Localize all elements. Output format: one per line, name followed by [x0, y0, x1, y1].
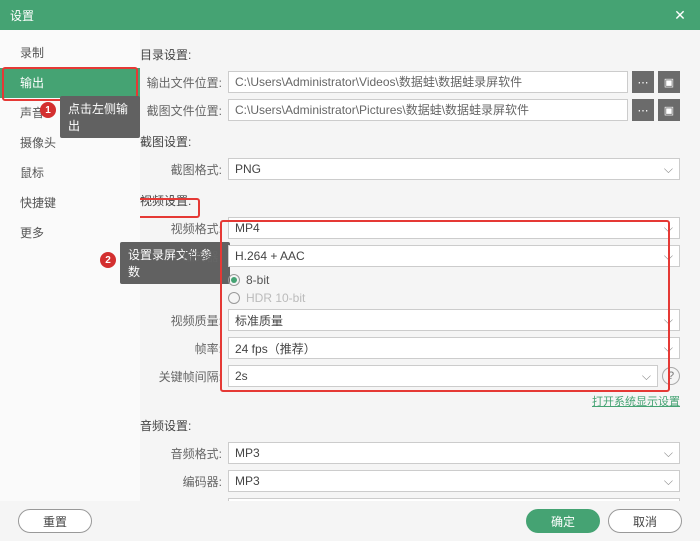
video-encoder-select[interactable]: H.264 + AAC ⌵: [228, 245, 680, 267]
annotation-badge-1: 1: [40, 102, 56, 118]
video-format-label: 视频格式:: [140, 220, 222, 237]
bit-depth-8bit[interactable]: 8-bit: [228, 273, 680, 287]
folder-icon[interactable]: ▣: [658, 71, 680, 93]
keyframe-label: 关键帧间隔:: [140, 368, 222, 385]
video-quality-value: 标准质量: [235, 312, 283, 329]
sidebar-item-hotkey[interactable]: 快捷键: [0, 188, 140, 218]
audio-format-select[interactable]: MP3 ⌵: [228, 442, 680, 464]
folder-icon[interactable]: ▣: [658, 99, 680, 121]
video-encoder-value: H.264 + AAC: [235, 249, 305, 263]
radio-icon: [228, 274, 240, 286]
radio-label-hdr: HDR 10-bit: [246, 291, 305, 305]
audio-encoder-select[interactable]: MP3 ⌵: [228, 470, 680, 492]
chevron-down-icon: ⌵: [642, 369, 651, 384]
cancel-button[interactable]: 取消: [608, 509, 682, 533]
audio-encoder-value: MP3: [235, 474, 260, 488]
reset-button[interactable]: 重置: [18, 509, 92, 533]
audio-quality-value: 无损质量: [235, 501, 283, 502]
open-display-settings-link[interactable]: 打开系统显示设置: [592, 393, 680, 409]
bit-depth-hdr[interactable]: HDR 10-bit: [228, 291, 680, 305]
screenshot-format-select[interactable]: PNG ⌵: [228, 158, 680, 180]
radio-label-8bit: 8-bit: [246, 273, 269, 287]
chevron-down-icon: ⌵: [664, 341, 673, 356]
audio-quality-select[interactable]: 无损质量⌵: [228, 498, 680, 501]
main-area: 录制 输出 声音 摄像头 鼠标 快捷键 更多 1 点击左侧输出 2 设置录屏文件…: [0, 30, 700, 501]
more-icon[interactable]: ⋯: [632, 99, 654, 121]
sidebar: 录制 输出 声音 摄像头 鼠标 快捷键 更多 1 点击左侧输出 2 设置录屏文件…: [0, 30, 140, 501]
chevron-down-icon: ⌵: [664, 313, 673, 328]
fps-value: 24 fps（推荐）: [235, 340, 316, 357]
window-title: 设置: [10, 7, 670, 24]
titlebar: 设置 ✕: [0, 0, 700, 30]
sidebar-item-more[interactable]: 更多: [0, 218, 140, 248]
audio-format-value: MP3: [235, 446, 260, 460]
chevron-down-icon: ⌵: [664, 446, 673, 461]
close-icon[interactable]: ✕: [670, 7, 690, 24]
output-path-label: 输出文件位置:: [140, 74, 222, 91]
section-dir-title: 目录设置:: [140, 46, 680, 63]
annotation-badge-2: 2: [100, 252, 116, 268]
chevron-down-icon: ⌵: [664, 221, 673, 236]
fps-label: 帧率:: [140, 340, 222, 357]
sidebar-item-mouse[interactable]: 鼠标: [0, 158, 140, 188]
sidebar-item-record[interactable]: 录制: [0, 38, 140, 68]
chevron-down-icon: ⌵: [664, 474, 673, 489]
video-quality-select[interactable]: 标准质量 ⌵: [228, 309, 680, 331]
chevron-down-icon: ⌵: [664, 162, 673, 177]
radio-icon: [228, 292, 240, 304]
footer: 重置 确定 取消: [0, 501, 700, 541]
ok-button[interactable]: 确定: [526, 509, 600, 533]
video-format-value: MP4: [235, 221, 260, 235]
fps-select[interactable]: 24 fps（推荐） ⌵: [228, 337, 680, 359]
video-format-select[interactable]: MP4 ⌵: [228, 217, 680, 239]
keyframe-value: 2s: [235, 369, 248, 383]
content-panel: 目录设置: 输出文件位置: C:\Users\Administrator\Vid…: [140, 30, 700, 501]
audio-encoder-label: 编码器:: [140, 473, 222, 490]
capture-path-field[interactable]: C:\Users\Administrator\Pictures\数据蛙\数据蛙录…: [228, 99, 628, 121]
section-video-title: 视频设置:: [140, 192, 680, 209]
more-icon[interactable]: ⋯: [632, 71, 654, 93]
annotation-tooltip-1: 点击左侧输出: [60, 96, 140, 138]
section-screenshot-title: 截图设置:: [140, 133, 680, 150]
capture-path-label: 截图文件位置:: [140, 102, 222, 119]
chevron-down-icon: ⌵: [664, 249, 673, 264]
screenshot-format-label: 截图格式:: [140, 161, 222, 178]
video-quality-label: 视频质量:: [140, 312, 222, 329]
audio-format-label: 音频格式:: [140, 445, 222, 462]
video-encoder-label: 编码器:: [140, 248, 222, 265]
audio-quality-label: 音频质量:: [140, 501, 222, 502]
keyframe-select[interactable]: 2s ⌵: [228, 365, 658, 387]
screenshot-format-value: PNG: [235, 162, 261, 176]
sidebar-item-output[interactable]: 输出: [0, 68, 140, 98]
output-path-field[interactable]: C:\Users\Administrator\Videos\数据蛙\数据蛙录屏软…: [228, 71, 628, 93]
section-audio-title: 音频设置:: [140, 417, 680, 434]
help-icon[interactable]: ?: [662, 367, 680, 385]
